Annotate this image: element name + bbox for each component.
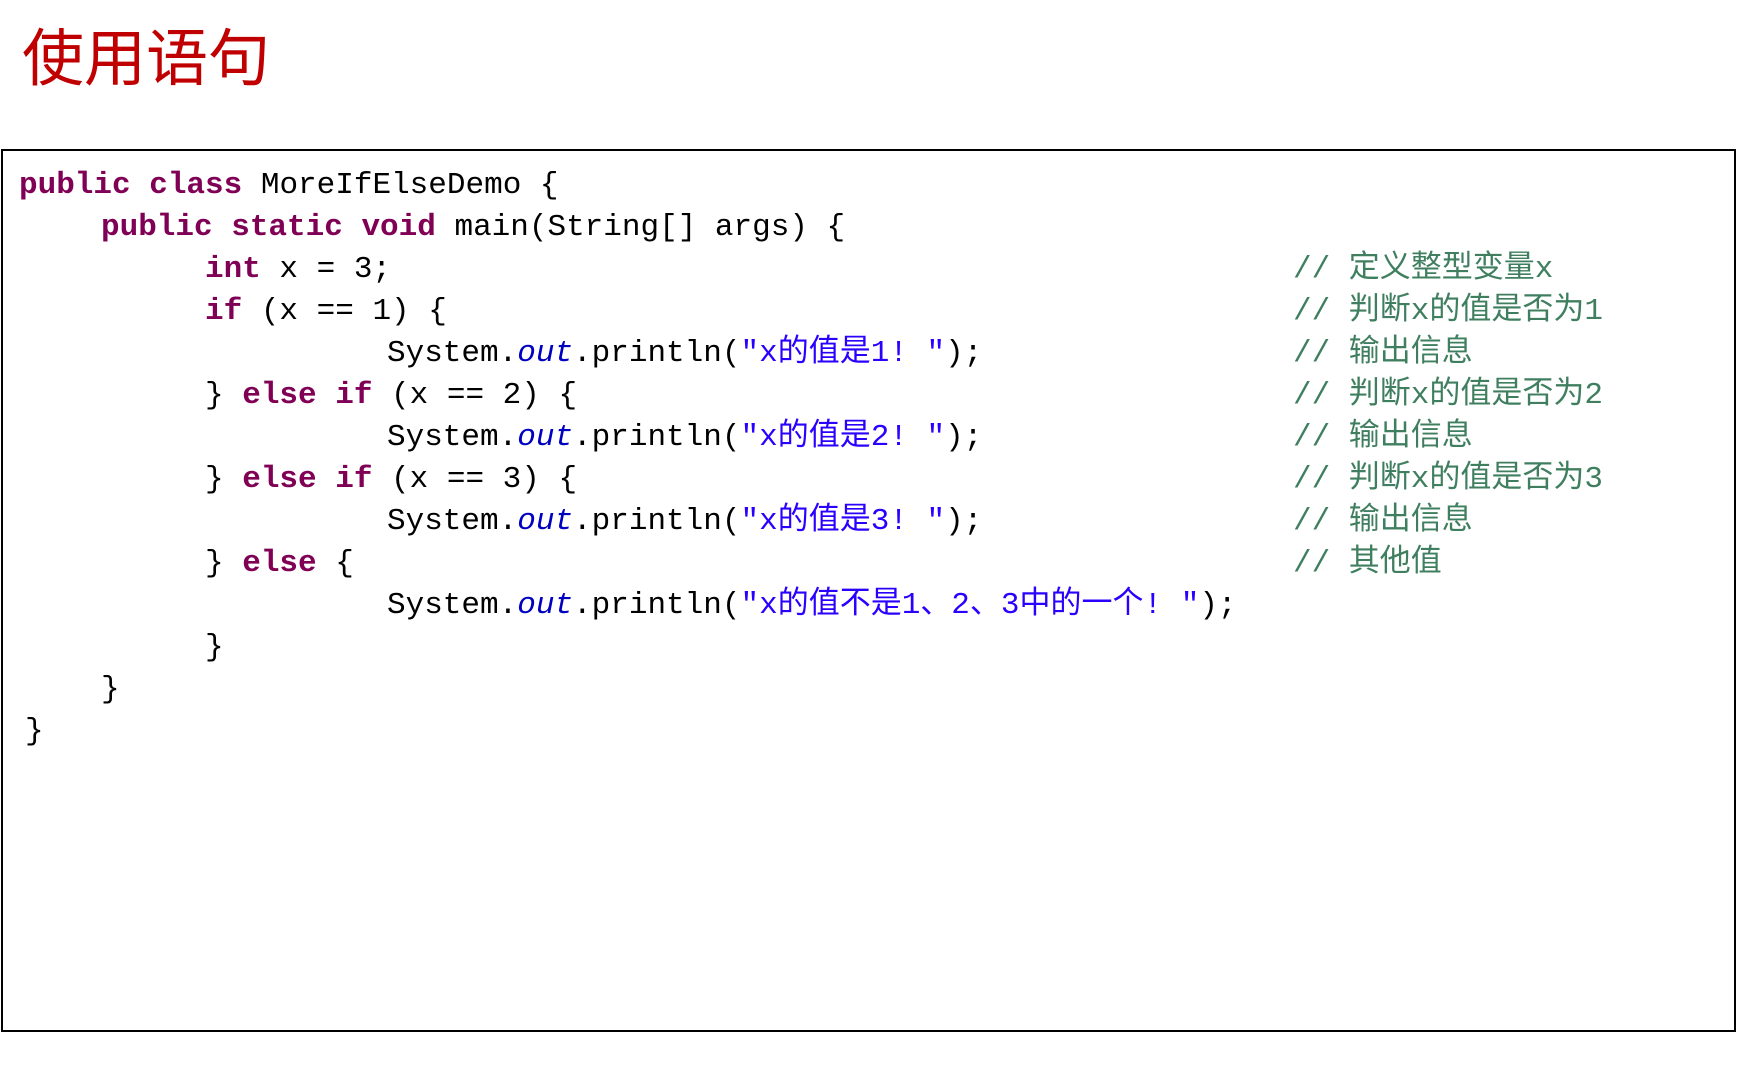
code-comment: // 判断x的值是否为2 [1293,378,1604,413]
code-line: } else if (x == 3) { [205,459,577,501]
code-line: public static void main(String[] args) { [101,207,845,249]
code-block: public class MoreIfElseDemo { public sta… [1,149,1736,1032]
code-string: "x的值不是1、2、3中的一个! " [740,588,1200,623]
code-keyword: else if [242,462,373,497]
code-text: System. [387,420,518,455]
code-text: } [25,714,44,749]
code-comment: // 其他值 [1293,546,1442,581]
code-field: out [517,420,574,455]
code-keyword: int [205,252,261,287]
code-text: ); [1199,588,1237,623]
code-keyword: else [242,546,317,581]
code-comment: // 判断x的值是否为1 [1293,294,1604,329]
code-text: ); [945,336,983,371]
code-text: .println( [573,504,741,539]
code-field: out [517,336,574,371]
code-comment: // 判断x的值是否为3 [1293,462,1604,497]
code-string: "x的值是3! " [740,504,946,539]
code-comment: // 输出信息 [1293,336,1473,371]
code-line: public class MoreIfElseDemo { [19,165,559,207]
code-text: } [205,378,243,413]
code-text: (x == 3) { [372,462,578,497]
code-field: out [517,504,574,539]
code-text: System. [387,336,518,371]
code-text: MoreIfElseDemo { [242,168,559,203]
code-line: } [101,669,120,711]
code-text: ); [945,504,983,539]
code-line: System.out.println("x的值是3! "); [387,501,982,543]
code-comment: // 输出信息 [1293,420,1473,455]
code-line: System.out.println("x的值不是1、2、3中的一个! "); [387,585,1237,627]
code-line: } [205,627,224,669]
code-string: "x的值是2! " [740,420,946,455]
code-keyword: public static void [101,210,436,245]
code-string: "x的值是1! " [740,336,946,371]
slide-title: 使用语句 [22,22,271,95]
code-line: if (x == 1) { [205,291,447,333]
code-text: } [205,462,243,497]
code-text: x = 3; [260,252,392,287]
code-keyword: if [205,294,243,329]
code-line: } else { [205,543,354,585]
code-comment: // 定义整型变量x [1293,252,1554,287]
code-text: .println( [573,336,741,371]
code-text: ); [945,420,983,455]
code-field: out [517,588,574,623]
code-keyword: public class [19,168,243,203]
code-text: .println( [573,588,741,623]
code-line: System.out.println("x的值是1! "); [387,333,982,375]
code-line: } else if (x == 2) { [205,375,577,417]
code-text: main(String[] args) { [435,210,846,245]
code-text: (x == 2) { [372,378,578,413]
code-text: { [316,546,354,581]
code-comment: // 输出信息 [1293,504,1473,539]
code-text: } [205,630,224,665]
code-line: int x = 3; [205,249,391,291]
code-text: System. [387,504,518,539]
code-text: } [101,672,120,707]
code-text: } [205,546,243,581]
code-text: System. [387,588,518,623]
code-keyword: else if [242,378,373,413]
code-line: System.out.println("x的值是2! "); [387,417,982,459]
code-text: .println( [573,420,741,455]
code-line: } [25,711,44,753]
code-text: (x == 1) { [242,294,447,329]
